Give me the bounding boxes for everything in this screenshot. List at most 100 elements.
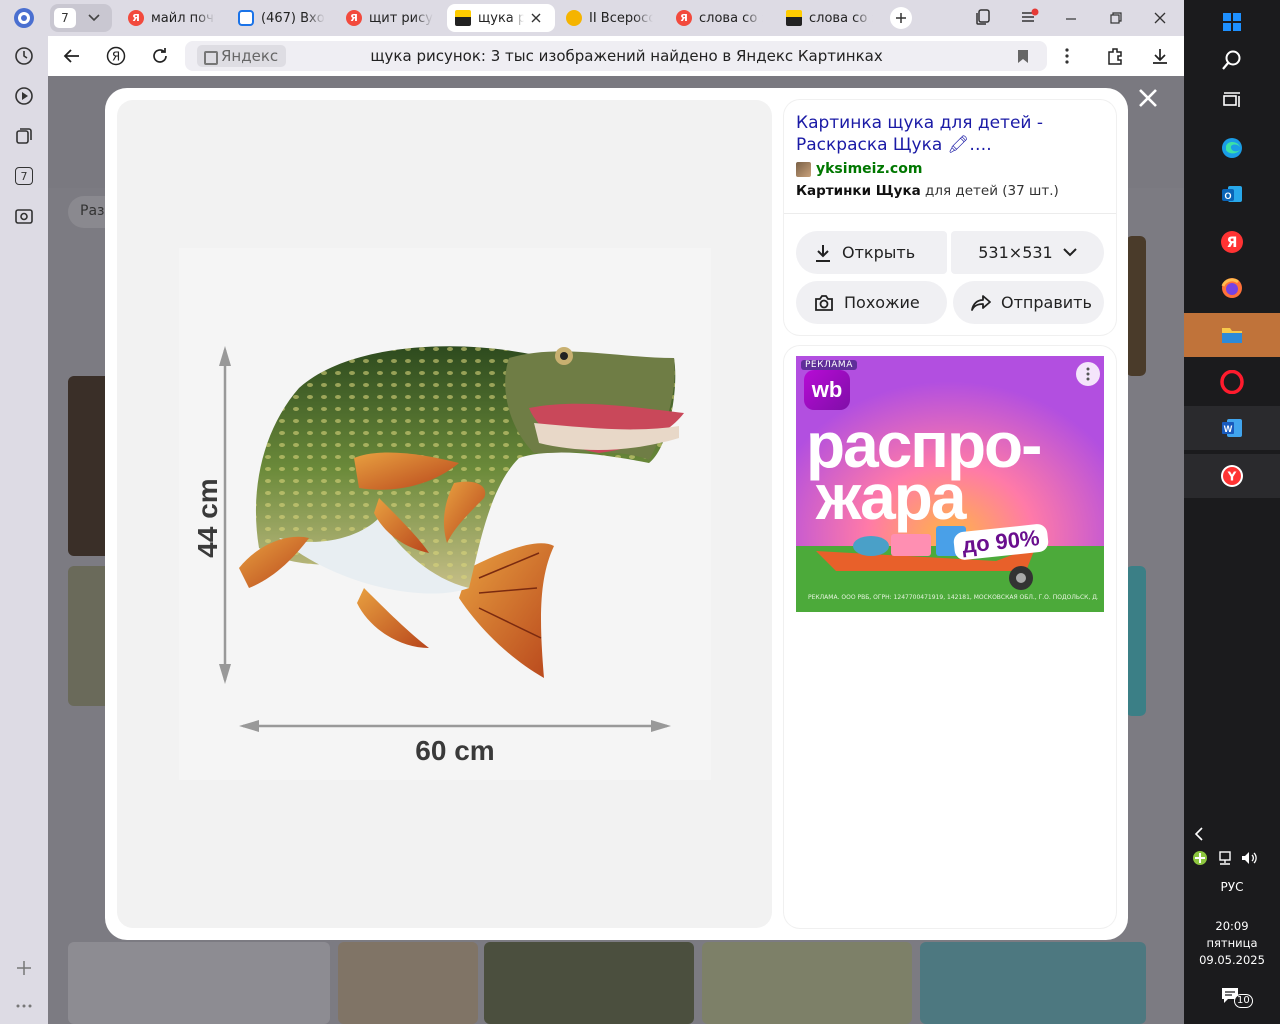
source-domain: yksimeiz.com — [816, 161, 923, 177]
notification-count: 10 — [1234, 994, 1253, 1008]
collections-icon[interactable] — [10, 122, 38, 150]
tab-7[interactable]: слова со звуком — [778, 4, 884, 32]
taskbar-explorer[interactable] — [1184, 313, 1280, 357]
share-icon — [971, 294, 991, 311]
language-indicator[interactable]: РУС — [1184, 880, 1280, 894]
sun-icon — [566, 10, 582, 26]
svg-text:Я: Я — [112, 50, 120, 64]
bookmark-icon[interactable] — [1017, 49, 1029, 64]
puzzle-icon — [1108, 48, 1122, 65]
sidebar-badge-count: 7 — [15, 167, 33, 185]
volume-icon[interactable] — [1240, 850, 1258, 870]
kebab-icon — [1065, 48, 1069, 64]
mail-icon — [238, 10, 254, 26]
reload-button[interactable] — [146, 42, 174, 70]
taskbar-edge[interactable] — [1218, 134, 1246, 162]
address-bar[interactable]: Яндекс щука рисунок: 3 тыс изображений н… — [185, 41, 1047, 71]
tray-app-icon[interactable] — [1192, 850, 1208, 870]
opera-icon — [1220, 370, 1244, 394]
pike-image[interactable]: 44 cm 60 cm — [179, 248, 711, 780]
screenshot-icon[interactable] — [10, 202, 38, 230]
taskbar-word[interactable]: W — [1184, 406, 1280, 450]
windows-taskbar: O Я W Y РУС 20:09 пятница 09.05.2025 10 — [1184, 0, 1280, 1024]
send-button[interactable]: Отправить — [953, 281, 1104, 324]
close-icon[interactable] — [531, 13, 541, 23]
tab-label: майл почта — [151, 10, 215, 26]
downloads-button[interactable] — [1146, 42, 1174, 70]
source-link[interactable]: yksimeiz.com — [796, 161, 922, 177]
thumbnail — [702, 942, 912, 1024]
clock[interactable]: 20:09 пятница 09.05.2025 — [1184, 918, 1280, 969]
open-label: Открыть — [842, 243, 916, 262]
chevron-down-icon — [1063, 248, 1077, 257]
size-label: 531×531 — [978, 243, 1053, 262]
svg-text:Y: Y — [1227, 470, 1237, 484]
new-tab-button[interactable] — [890, 7, 912, 29]
thumbnail — [1126, 566, 1146, 716]
firefox-icon — [1221, 278, 1242, 298]
menu-icon[interactable] — [1020, 8, 1040, 30]
images-icon — [455, 10, 471, 26]
tab-3[interactable]: Я щит рисунок — [338, 4, 444, 32]
yandex-button[interactable]: Я — [102, 42, 130, 70]
restore-icon[interactable] — [1109, 10, 1123, 29]
tab-2[interactable]: (467) Входящие — [230, 4, 336, 32]
tab-1[interactable]: Я майл почта — [120, 4, 226, 32]
add-icon[interactable] — [10, 954, 38, 982]
close-icon — [1139, 89, 1157, 107]
ad-headline-2: жара — [816, 461, 966, 533]
history-icon[interactable] — [10, 42, 38, 70]
sidebar-badge[interactable]: 7 — [10, 162, 38, 190]
tray-expand-icon[interactable] — [1194, 826, 1204, 845]
open-button[interactable]: Открыть — [796, 231, 947, 274]
modal-close-button[interactable] — [1134, 84, 1162, 112]
browser-toolbar: Я Яндекс щука рисунок: 3 тыс изображений… — [48, 36, 1184, 76]
taskbar-firefox[interactable] — [1218, 274, 1246, 302]
tab-counter: 7 — [54, 8, 76, 28]
taskbar-yandex-browser[interactable]: Y — [1184, 454, 1280, 498]
network-icon[interactable] — [1216, 850, 1234, 870]
taskbar-opera[interactable] — [1218, 368, 1246, 396]
download-icon — [816, 244, 830, 262]
minimize-icon[interactable] — [1064, 10, 1078, 29]
windows-icon — [1223, 13, 1241, 31]
notifications-button[interactable]: 10 — [1220, 986, 1253, 1010]
back-button[interactable] — [58, 42, 86, 70]
size-select-button[interactable]: 531×531 — [951, 231, 1104, 274]
clock-time: 20:09 — [1215, 919, 1249, 933]
address-chip[interactable]: Яндекс — [197, 45, 287, 67]
task-view-button[interactable] — [1218, 86, 1246, 114]
tab-group[interactable]: 7 — [50, 4, 112, 32]
window-close-icon[interactable] — [1153, 10, 1167, 29]
tab-4-active[interactable]: щука рисунок — [447, 4, 555, 32]
play-icon[interactable] — [10, 82, 38, 110]
alice-icon[interactable] — [10, 4, 38, 32]
taskbar-yandex[interactable]: Я — [1218, 228, 1246, 256]
height-label: 44 cm — [192, 478, 223, 557]
ad-menu-button[interactable] — [1076, 362, 1100, 386]
tab-5[interactable]: II Всероссийский — [558, 4, 664, 32]
search-button[interactable] — [1218, 46, 1246, 74]
start-button[interactable] — [1218, 8, 1246, 36]
more-icon[interactable] — [10, 992, 38, 1020]
tab-label: щука рисунок — [478, 10, 524, 26]
ad-legal-text: РЕКЛАМА. ООО РВБ, ОГРН: 1247700471919, 1… — [808, 594, 1098, 601]
ad-banner[interactable]: РЕКЛАМА wb распро- жара до 90% РЕКЛАМА. … — [796, 356, 1104, 612]
image-description[interactable]: Картинки Щука для детей (37 шт.) — [796, 183, 1059, 199]
clock-date: 09.05.2025 — [1199, 953, 1265, 967]
similar-button[interactable]: Похожие — [796, 281, 947, 324]
extensions-button[interactable] — [1102, 42, 1130, 70]
width-label: 60 cm — [415, 735, 494, 766]
tab-6[interactable]: Я слова со звуком — [668, 4, 774, 32]
image-title-link[interactable]: Картинка щука для детей - Раскраска Щука… — [796, 112, 1096, 156]
site-favicon-icon — [796, 161, 811, 177]
camera-search-icon — [815, 294, 833, 311]
clock-weekday: пятница — [1206, 936, 1258, 950]
reload-icon — [153, 48, 167, 63]
bookmarks-panel-icon[interactable] — [974, 8, 992, 30]
page-menu-button[interactable] — [1053, 42, 1081, 70]
yandex-icon: Я — [128, 10, 144, 26]
download-icon — [1153, 49, 1167, 64]
svg-text:O: O — [1224, 191, 1231, 201]
taskbar-outlook[interactable]: O — [1218, 180, 1246, 208]
